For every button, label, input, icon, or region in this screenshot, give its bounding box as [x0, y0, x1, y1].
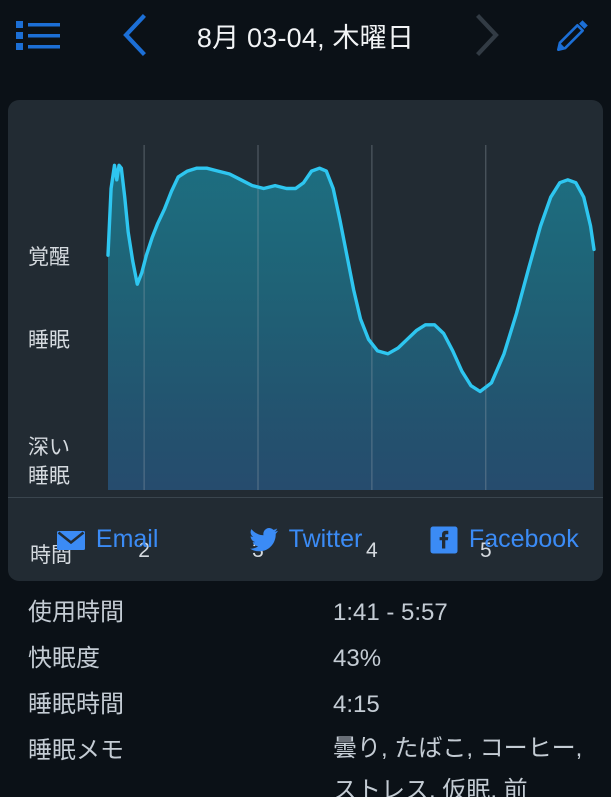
share-facebook-label: Facebook: [468, 525, 579, 553]
chart-area-fill: [108, 165, 594, 490]
page-title: 8月 03-04, 木曜日: [0, 0, 611, 70]
share-twitter-label: Twitter: [288, 525, 363, 553]
detail-row-label: 睡眠時間: [28, 691, 124, 718]
detail-row-value: 1:41 - 5:57: [333, 599, 448, 626]
twitter-icon: [249, 527, 278, 551]
detail-row-label: 使用時間: [28, 599, 124, 626]
share-row: Email Twitter Facebook: [8, 498, 603, 581]
detail-row[interactable]: 睡眠時間 4:15: [0, 682, 611, 728]
detail-row[interactable]: 睡眠メモ 曇り, たばこ, コーヒー, ストレス, 仮眠, 前: [0, 728, 611, 797]
y-tick-label-deep-sleep: 深い 睡眠: [28, 436, 70, 488]
sleep-chart-svg: [106, 145, 596, 490]
app-header: 8月 03-04, 木曜日: [0, 0, 611, 70]
detail-row-value: 4:15: [333, 691, 380, 718]
facebook-icon: [430, 526, 458, 553]
detail-row-label: 睡眠メモ: [28, 737, 124, 764]
previous-day-button[interactable]: [108, 8, 162, 62]
sleep-chart: 覚醒 睡眠 深い 睡眠: [8, 100, 603, 490]
sleep-graph-card: 覚醒 睡眠 深い睡眠 時間 2345 Email Twitter: [8, 100, 603, 581]
detail-row[interactable]: 快眠度 43%: [0, 636, 611, 682]
list-icon: [16, 21, 60, 50]
pencil-icon: [557, 20, 588, 51]
detail-row-label: 快眠度: [28, 645, 100, 672]
list-menu-button[interactable]: [12, 12, 64, 58]
y-tick-label-sleep: 睡眠: [28, 329, 70, 352]
sleep-details-table: 使用時間 1:41 - 5:57 快眠度 43% 睡眠時間 4:15 睡眠メモ 曇り, たばこ…: [0, 590, 611, 797]
detail-row-value: 43%: [333, 645, 382, 672]
share-facebook-button[interactable]: Facebook: [405, 498, 603, 581]
y-tick-label-awake: 覚醒: [28, 246, 70, 269]
share-email-label: Email: [95, 525, 159, 553]
detail-row-value: 曇り, たばこ, コーヒー, ストレス, 仮眠, 前: [333, 735, 583, 797]
share-twitter-button[interactable]: Twitter: [206, 498, 404, 581]
share-email-button[interactable]: Email: [8, 498, 206, 581]
chevron-right-icon: [476, 14, 499, 56]
next-day-button[interactable]: [460, 8, 514, 62]
email-icon: [56, 530, 85, 550]
chart-plot-layer: [106, 145, 596, 490]
chevron-left-icon: [123, 14, 146, 56]
page-title-text: 8月 03-04, 木曜日: [196, 22, 415, 53]
detail-row[interactable]: 使用時間 1:41 - 5:57: [0, 590, 611, 636]
edit-button[interactable]: [545, 7, 601, 63]
